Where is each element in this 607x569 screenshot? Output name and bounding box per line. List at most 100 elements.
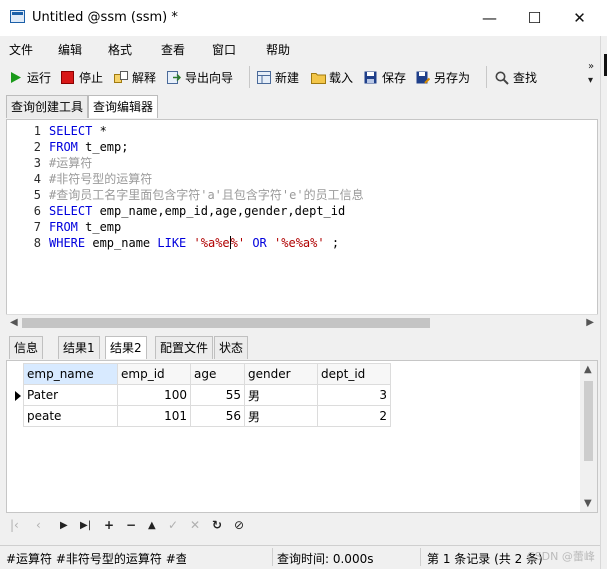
discard-icon[interactable]: ✕ <box>190 518 200 532</box>
scroll-left-icon[interactable]: ◀ <box>10 317 18 328</box>
first-record-icon[interactable]: |‹ <box>10 518 19 532</box>
cell-emp-id[interactable]: 100 <box>117 384 191 406</box>
export-wizard-label: 导出向导 <box>185 70 234 85</box>
scroll-down-icon[interactable]: ▼ <box>584 498 592 509</box>
sql-keyword: WHERE <box>49 236 86 250</box>
export-wizard-button[interactable]: 导出向导 <box>167 68 233 86</box>
stop-icon <box>61 70 74 84</box>
run-icon <box>9 71 22 84</box>
column-header-emp-name[interactable]: emp_name <box>23 363 118 385</box>
result-tab-strip: 信息 结果1 结果2 配置文件 状态 <box>0 334 600 360</box>
minimize-button[interactable]: — <box>467 0 512 36</box>
stop-button[interactable]: 停止 <box>61 68 103 86</box>
stop-refresh-icon[interactable]: ⊘ <box>234 518 244 532</box>
sql-comment: #非符号型的运算符 <box>49 172 153 186</box>
menu-help[interactable]: 帮助 <box>266 41 290 58</box>
code-text: SELECT * <box>49 123 107 139</box>
window-title: Untitled @ssm (ssm) * <box>32 10 178 25</box>
cell-age[interactable]: 55 <box>190 384 245 406</box>
delete-record-icon[interactable]: − <box>126 518 136 532</box>
sql-text: emp_name,emp_id,age,gender,dept_id <box>92 204 346 218</box>
sql-text: ; <box>324 236 340 250</box>
sql-comment: #运算符 <box>49 156 93 170</box>
close-button[interactable]: ✕ <box>557 0 602 36</box>
confirm-icon[interactable]: ✓ <box>168 518 178 532</box>
next-record-icon[interactable]: ▶ <box>60 520 68 531</box>
cell-dept-id[interactable]: 3 <box>317 384 391 406</box>
column-header-age[interactable]: age <box>190 363 245 385</box>
explain-icon <box>114 70 128 84</box>
cell-gender[interactable]: 男 <box>244 384 318 406</box>
overflow-chevron-icon: » <box>588 61 595 72</box>
column-header-emp-id[interactable]: emp_id <box>117 363 191 385</box>
sql-editor[interactable]: 1 SELECT * 2 FROM t_emp; 3 #运算符 4 #非符号型的运算符 5 #查询… <box>6 119 598 329</box>
code-text: SELECT emp_name,emp_id,age,gender,dept_i… <box>49 203 345 219</box>
toolbar: 运行 停止 解释 导出向导 新建 载入 保存 另存为 查找 <box>0 60 600 92</box>
sql-text: t_emp <box>77 220 122 234</box>
editor-horizontal-scrollbar[interactable]: ◀ ▶ <box>6 314 598 331</box>
toolbar-overflow-button[interactable]: » ▾ <box>588 62 594 86</box>
menu-edit[interactable]: 编辑 <box>58 41 82 58</box>
sql-text: emp_name <box>85 236 158 250</box>
menu-window[interactable]: 窗口 <box>212 41 236 58</box>
save-icon <box>364 71 377 84</box>
cell-emp-name[interactable]: peate <box>23 405 118 427</box>
new-button[interactable]: 新建 <box>257 68 299 86</box>
tab-query-builder[interactable]: 查询创建工具 <box>6 95 89 118</box>
tab-query-editor[interactable]: 查询编辑器 <box>88 95 159 118</box>
last-record-icon[interactable]: ▶| <box>80 520 91 531</box>
line-number: 6 <box>33 204 41 218</box>
column-header-gender[interactable]: gender <box>244 363 318 385</box>
watermark: CSDN @蕾峰 <box>527 550 595 563</box>
table-row[interactable]: Pater 100 55 男 3 <box>23 384 391 406</box>
cell-emp-name[interactable]: Pater <box>23 384 118 406</box>
cell-gender[interactable]: 男 <box>244 405 318 427</box>
menu-file[interactable]: 文件 <box>9 41 33 58</box>
save-as-icon <box>416 71 431 84</box>
tab-result-2[interactable]: 结果2 <box>105 336 147 359</box>
grid-scroll-thumb[interactable] <box>584 381 593 461</box>
scroll-right-icon[interactable]: ▶ <box>586 317 594 328</box>
sql-keyword: FROM <box>49 140 78 154</box>
menu-bar: 文件 编辑 格式 查看 窗口 帮助 <box>0 36 600 60</box>
line-number: 2 <box>33 140 41 154</box>
code-text: #运算符 <box>49 155 92 171</box>
previous-record-icon[interactable]: ‹ <box>36 518 41 532</box>
tab-result-1[interactable]: 结果1 <box>58 336 100 359</box>
save-as-label: 另存为 <box>434 70 471 85</box>
overflow-arrow-icon: ▾ <box>588 75 594 86</box>
run-button[interactable]: 运行 <box>9 68 51 86</box>
menu-format[interactable]: 格式 <box>108 41 132 58</box>
find-button[interactable]: 查找 <box>495 68 537 86</box>
cell-dept-id[interactable]: 2 <box>317 405 391 427</box>
result-table: emp_name emp_id age gender dept_id Pater… <box>23 363 391 427</box>
menu-view[interactable]: 查看 <box>161 41 185 58</box>
cell-age[interactable]: 56 <box>190 405 245 427</box>
maximize-button[interactable]: ☐ <box>512 0 557 36</box>
scroll-up-icon[interactable]: ▲ <box>584 364 592 375</box>
save-label: 保存 <box>382 70 407 85</box>
tab-status[interactable]: 状态 <box>214 336 249 359</box>
scroll-thumb[interactable] <box>22 318 430 328</box>
apply-changes-icon[interactable]: ▲ <box>148 520 156 531</box>
add-record-icon[interactable]: + <box>104 518 114 532</box>
result-grid: emp_name emp_id age gender dept_id Pater… <box>6 360 598 513</box>
app-icon <box>10 10 25 23</box>
explain-button[interactable]: 解释 <box>114 68 156 86</box>
tab-profile[interactable]: 配置文件 <box>155 336 214 359</box>
save-button[interactable]: 保存 <box>364 68 406 86</box>
code-text: WHERE emp_name LIKE '%a%e%' OR '%e%a%' ; <box>49 235 339 251</box>
line-number: 4 <box>33 172 41 186</box>
toolbar-separator <box>486 66 487 88</box>
grid-vertical-scrollbar[interactable]: ▲ ▼ <box>580 361 597 512</box>
refresh-icon[interactable]: ↻ <box>212 518 222 532</box>
tab-info[interactable]: 信息 <box>9 336 44 359</box>
cell-emp-id[interactable]: 101 <box>117 405 191 427</box>
status-divider <box>420 548 421 566</box>
load-button[interactable]: 载入 <box>311 68 353 86</box>
save-as-button[interactable]: 另存为 <box>416 68 470 86</box>
table-row[interactable]: peate 101 56 男 2 <box>23 405 391 427</box>
title-bar: Untitled @ssm (ssm) * — ☐ ✕ <box>0 0 607 36</box>
column-header-dept-id[interactable]: dept_id <box>317 363 391 385</box>
